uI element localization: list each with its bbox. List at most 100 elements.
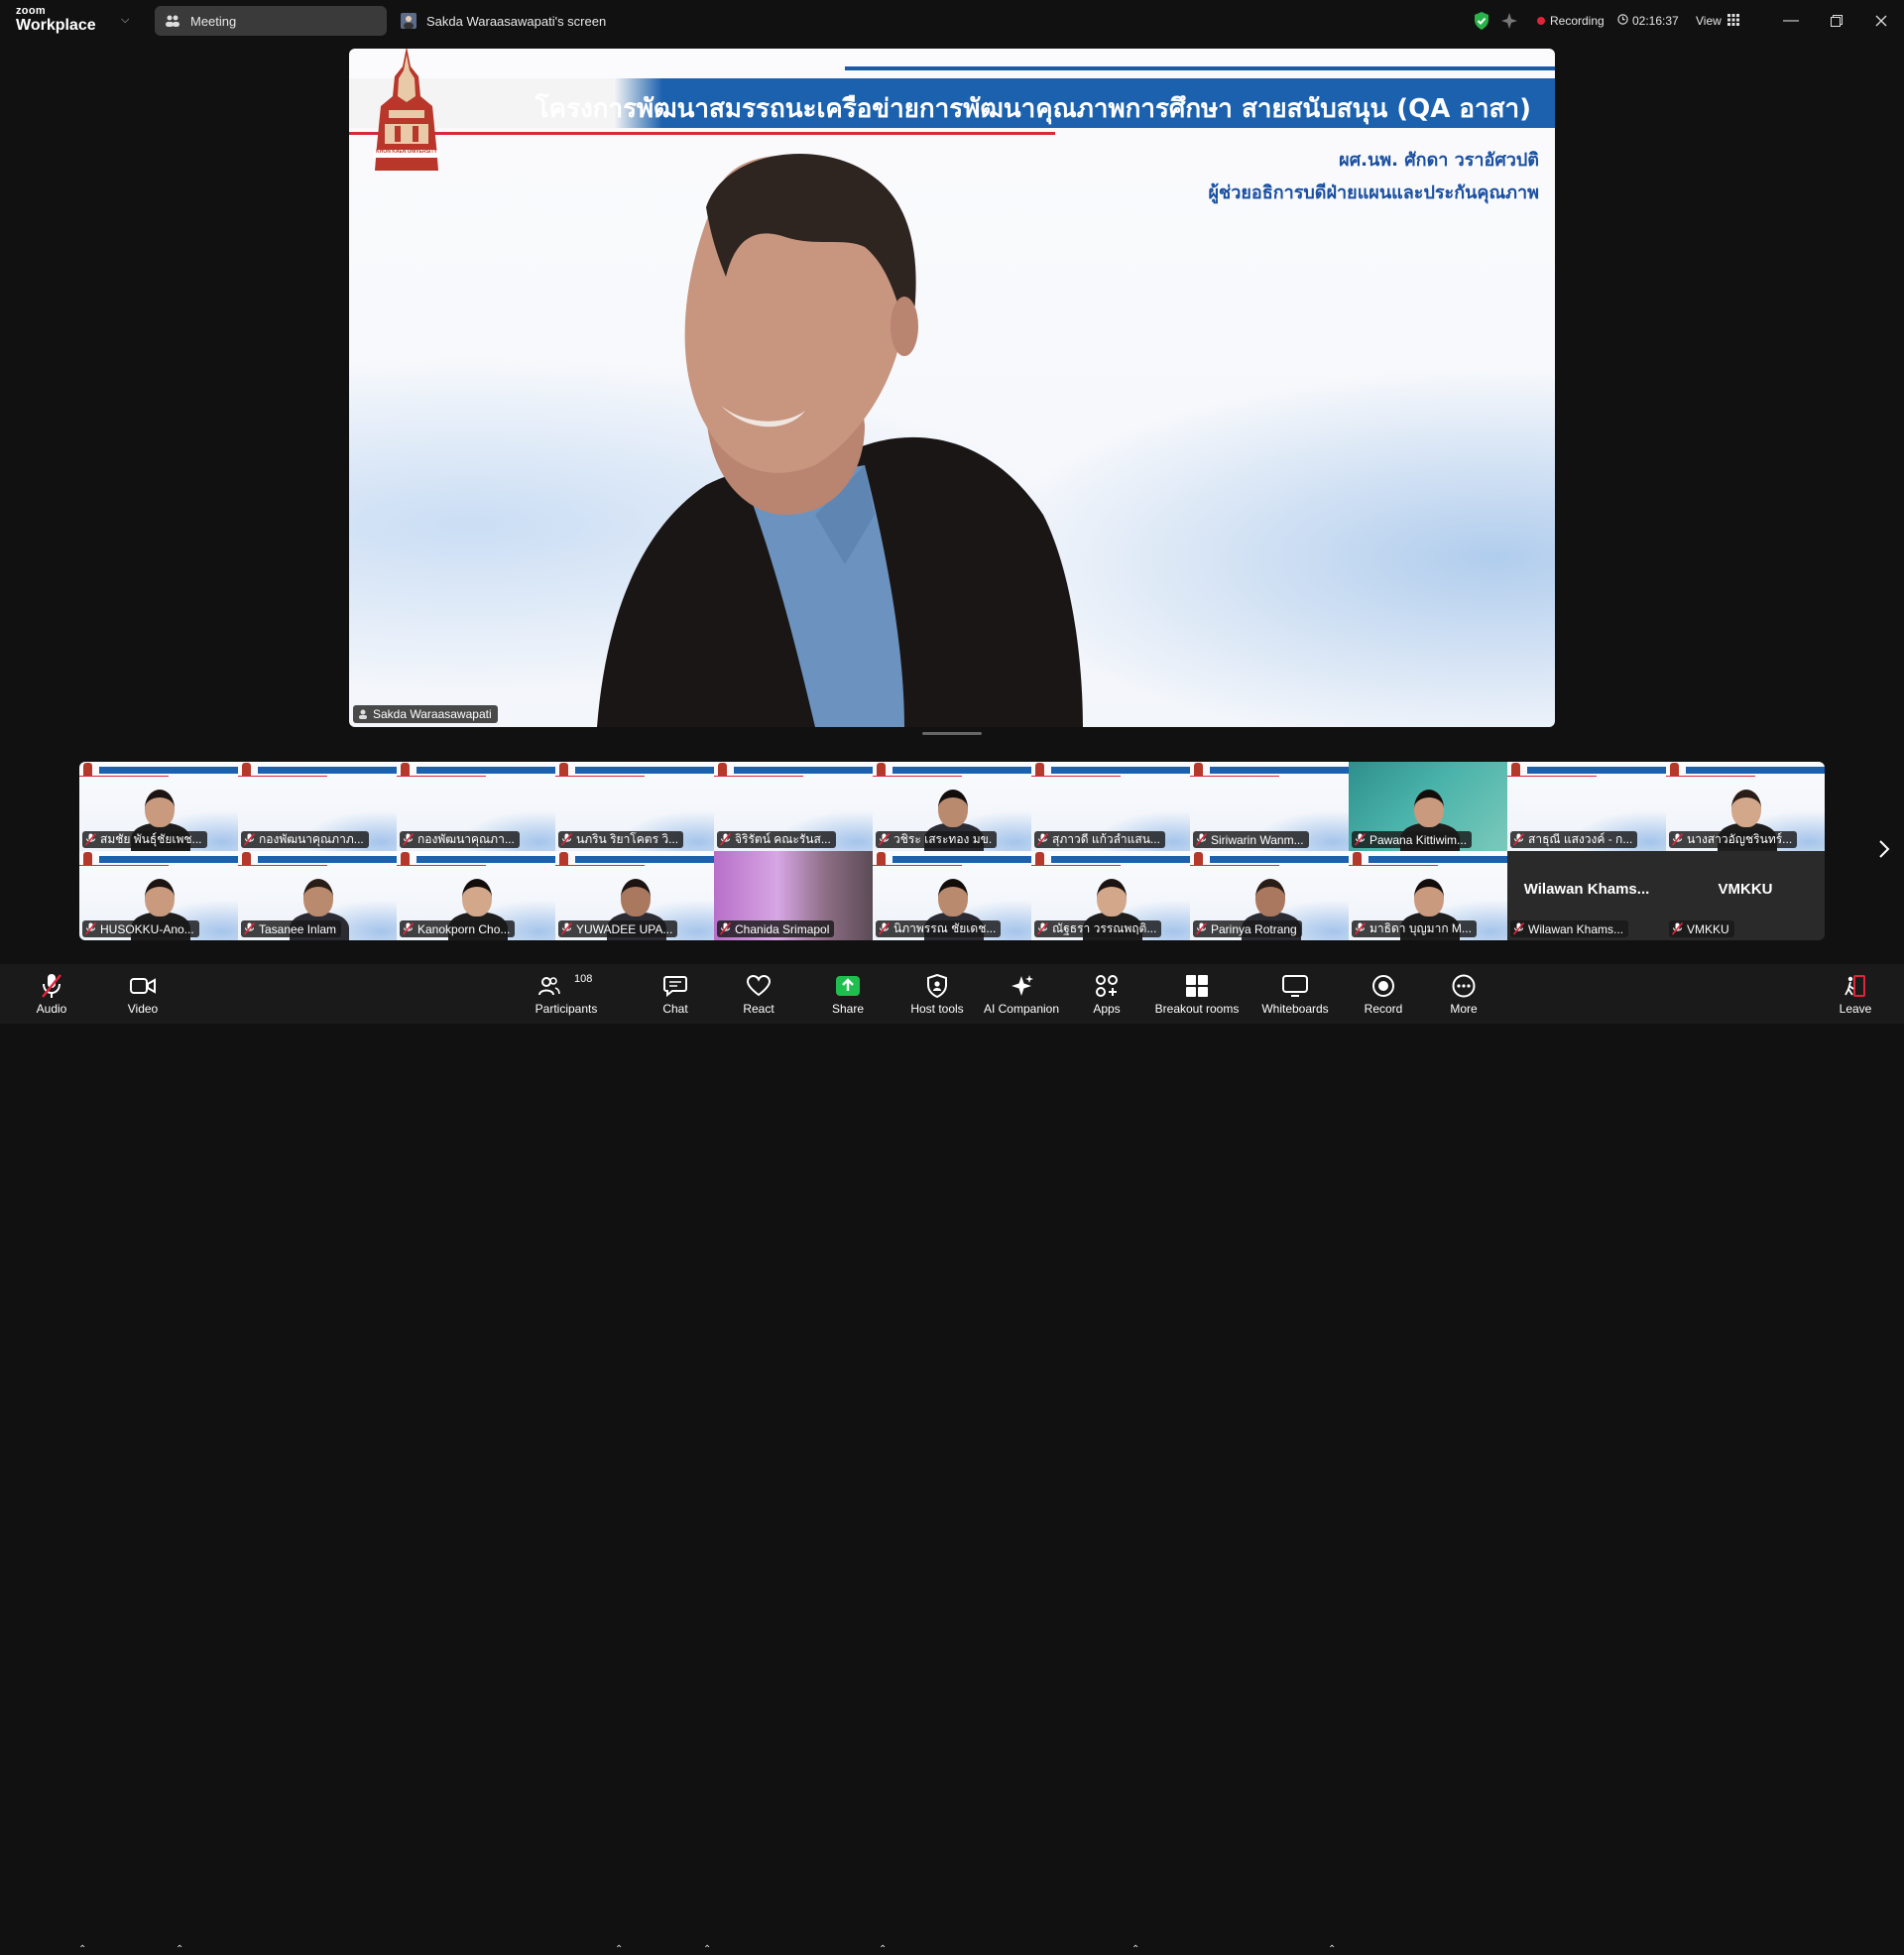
participant-tile[interactable]: Wilawan Khams... Wilawan Khams... xyxy=(1507,851,1666,940)
muted-mic-icon xyxy=(560,832,573,846)
participant-video-face xyxy=(1414,879,1444,916)
ai-companion-sparkle-icon xyxy=(1010,973,1033,999)
share-options-chevron-up-icon[interactable]: ⌃ xyxy=(879,1944,887,1955)
chat-bubble-icon xyxy=(663,973,687,999)
chat-options-chevron-up-icon[interactable]: ⌃ xyxy=(703,1944,711,1955)
participant-tile[interactable]: Parinya Rotrang xyxy=(1190,851,1349,940)
participant-name-tag: Chanida Srimapol xyxy=(717,920,835,937)
participant-tile[interactable]: YUWADEE UPA... xyxy=(555,851,714,940)
participant-name-tag: VMKKU xyxy=(1669,920,1734,937)
mini-university-logo xyxy=(559,852,568,866)
more-ellipsis-icon xyxy=(1452,973,1476,999)
participant-tile[interactable]: HUSOKKU-Ano... xyxy=(79,851,238,940)
participant-tile[interactable]: นภริน ริยาโคตร วิ... xyxy=(555,762,714,851)
speaker-pin-icon xyxy=(359,709,367,719)
react-button[interactable]: React xyxy=(742,964,775,1024)
audio-button[interactable]: Audio xyxy=(34,964,69,1024)
participant-name-tag: Siriwarin Wanm... xyxy=(1193,831,1309,848)
participant-tile[interactable]: Kanokporn Cho... xyxy=(397,851,555,940)
share-button[interactable]: Share xyxy=(831,964,865,1024)
participant-name-tag: นภริน ริยาโคตร วิ... xyxy=(558,831,684,848)
more-button[interactable]: More xyxy=(1448,964,1480,1024)
whiteboards-options-chevron-up-icon[interactable]: ⌃ xyxy=(1328,1944,1336,1955)
apps-button[interactable]: Apps xyxy=(1089,964,1125,1024)
whiteboards-label: Whiteboards xyxy=(1261,1001,1329,1016)
ai-sparkle-icon[interactable] xyxy=(1501,0,1517,42)
muted-mic-icon xyxy=(402,832,415,846)
chat-button[interactable]: Chat xyxy=(660,964,690,1024)
main-shared-video[interactable]: KHON KAEN UNIVERSITY โครงการพัฒนาสมรรถนะ… xyxy=(349,49,1555,727)
participant-tile[interactable]: สมชัย พันธ์ุชัยเพช... xyxy=(79,762,238,851)
participant-tile[interactable]: จิริรัตน์ คณะรันส... xyxy=(714,762,873,851)
participant-tile[interactable]: กองพัฒนาคุณภา... xyxy=(397,762,555,851)
muted-mic-icon xyxy=(84,921,97,935)
apps-label: Apps xyxy=(1093,1001,1121,1016)
participant-name: นางสาวอัญชรินทร์... xyxy=(1687,832,1793,846)
whiteboards-button[interactable]: Whiteboards xyxy=(1259,964,1331,1024)
breakout-rooms-button[interactable]: Breakout rooms xyxy=(1154,964,1240,1024)
mini-university-logo xyxy=(718,763,727,777)
participant-video-face xyxy=(938,790,968,827)
leave-exit-icon xyxy=(1844,973,1867,999)
minimize-icon[interactable]: — xyxy=(1768,0,1814,42)
participants-button[interactable]: 108 Participants xyxy=(532,964,601,1024)
participants-options-chevron-up-icon[interactable]: ⌃ xyxy=(615,1944,623,1955)
resize-drag-handle[interactable] xyxy=(922,732,982,735)
app-menu-chevron-down-icon[interactable]: ⌵ xyxy=(121,14,129,27)
host-shield-icon xyxy=(927,973,947,999)
participant-name-tag: สุภาวดี แก้วลำแสน... xyxy=(1034,831,1165,848)
participant-tile[interactable]: Pawana Kittiwim... xyxy=(1349,762,1507,851)
participant-tile[interactable]: สาธุณี แสงวงค์ - ก... xyxy=(1507,762,1666,851)
participant-tile[interactable]: นิภาพรรณ ชัยเดช... xyxy=(873,851,1031,940)
participant-tile[interactable]: มาธิดา บุญมาก M... xyxy=(1349,851,1507,940)
view-button[interactable]: View xyxy=(1696,0,1739,42)
heart-icon xyxy=(747,973,771,999)
tab-screen-share[interactable]: Sakda Waraasawapati's screen xyxy=(401,6,606,36)
participant-name-tag: Tasanee Inlam xyxy=(241,920,342,937)
video-options-chevron-up-icon[interactable]: ⌃ xyxy=(176,1944,183,1955)
view-label: View xyxy=(1696,14,1722,28)
close-window-icon[interactable] xyxy=(1858,0,1904,42)
mini-university-logo xyxy=(401,763,410,777)
recording-indicator[interactable]: Recording xyxy=(1537,0,1605,42)
participant-tile[interactable]: ณัฐธรา วรรณพฤติ... xyxy=(1031,851,1190,940)
participant-video-face xyxy=(462,879,492,916)
share-screen-icon xyxy=(835,973,861,999)
participant-name-tag: Parinya Rotrang xyxy=(1193,920,1302,937)
leave-button[interactable]: Leave xyxy=(1840,964,1871,1024)
participant-tile[interactable]: วชิระ เสระทอง มข. xyxy=(873,762,1031,851)
participant-tile[interactable]: VMKKU VMKKU xyxy=(1666,851,1825,940)
mini-university-logo xyxy=(242,852,251,866)
host-tools-button[interactable]: Host tools xyxy=(908,964,966,1024)
meeting-timer: 02:16:37 xyxy=(1617,0,1679,42)
timer-value: 02:16:37 xyxy=(1632,14,1679,28)
video-button[interactable]: Video xyxy=(125,964,161,1024)
audio-options-chevron-up-icon[interactable]: ⌃ xyxy=(78,1944,86,1955)
share-label: Share xyxy=(831,1001,865,1016)
muted-mic-icon xyxy=(560,921,573,935)
participant-name: สมชัย พันธ์ุชัยเพช... xyxy=(100,832,202,846)
participant-name-tag: จิริรัตน์ คณะรันส... xyxy=(717,831,836,848)
ai-companion-button[interactable]: AI Companion xyxy=(982,964,1061,1024)
participant-tile[interactable]: กองพัฒนาคุณภาภ... xyxy=(238,762,397,851)
participant-tile[interactable]: สุภาวดี แก้วลำแสน... xyxy=(1031,762,1190,851)
participant-tile[interactable]: นางสาวอัญชรินทร์... xyxy=(1666,762,1825,851)
host-tools-label: Host tools xyxy=(910,1001,964,1016)
participant-tile[interactable]: Chanida Srimapol xyxy=(714,851,873,940)
next-page-chevron-right-icon[interactable] xyxy=(1878,839,1890,865)
mini-university-logo xyxy=(1194,852,1203,866)
record-button[interactable]: Record xyxy=(1365,964,1402,1024)
muted-mic-icon xyxy=(1671,921,1684,935)
apps-options-chevron-up-icon[interactable]: ⌃ xyxy=(1131,1944,1139,1955)
mini-university-logo xyxy=(1035,852,1044,866)
tab-meeting[interactable]: Meeting xyxy=(155,6,387,36)
participant-name: Siriwarin Wanm... xyxy=(1211,832,1304,847)
participant-name: Tasanee Inlam xyxy=(259,921,337,936)
participant-tile[interactable]: Siriwarin Wanm... xyxy=(1190,762,1349,851)
restore-window-icon[interactable] xyxy=(1814,0,1859,42)
participant-tile[interactable]: Tasanee Inlam xyxy=(238,851,397,940)
participant-name-tag: Kanokporn Cho... xyxy=(400,920,516,937)
encryption-shield-icon[interactable] xyxy=(1474,0,1489,42)
participant-display-name: Wilawan Khams... xyxy=(1523,881,1650,898)
muted-mic-icon xyxy=(41,973,62,999)
